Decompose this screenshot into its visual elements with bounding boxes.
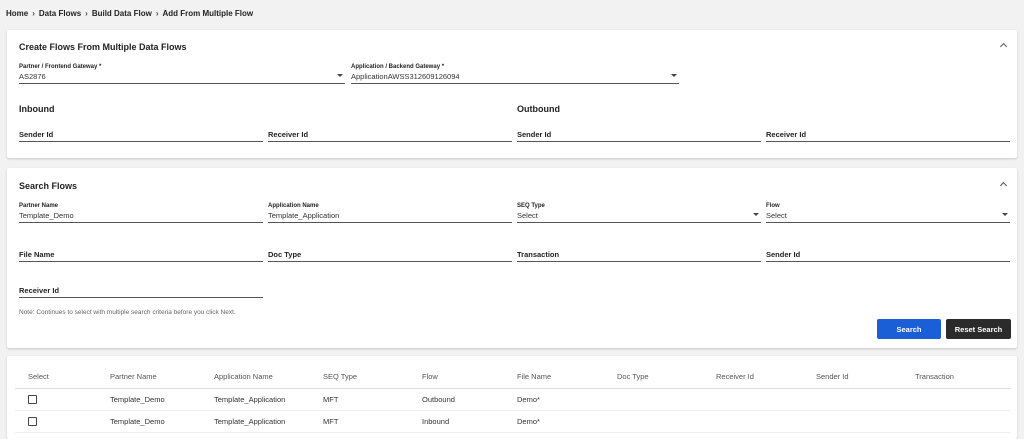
application-name-cell: Template_Application: [214, 410, 323, 433]
application-name-value: Template_Application: [268, 211, 340, 220]
file-name-label: File Name: [19, 250, 55, 259]
column-header-transaction[interactable]: Transaction: [915, 366, 1011, 389]
transaction-label: Transaction: [517, 250, 560, 259]
partner-name-field[interactable]: Partner Name Template_Demo: [19, 203, 263, 223]
table-header-row: Select Partner Name Application Name SEQ…: [15, 366, 1011, 389]
file-name-cell: Demo*: [517, 388, 617, 411]
seq-type-label: SEQ Type: [517, 203, 545, 209]
receiver-id-cell: [716, 410, 816, 433]
partner-name-cell: Template_Demo: [110, 410, 214, 433]
dropdown-arrow-icon: [337, 74, 343, 77]
create-flows-title: Create Flows From Multiple Data Flows: [19, 42, 187, 52]
flow-cell: Outbound: [422, 388, 517, 411]
column-header-file-name[interactable]: File Name: [517, 366, 617, 389]
search-note: Note: Continues to select with multiple …: [19, 309, 236, 316]
column-header-application-name[interactable]: Application Name: [214, 366, 323, 389]
column-header-receiver-id[interactable]: Receiver Id: [716, 366, 816, 389]
column-header-seq-type[interactable]: SEQ Type: [323, 366, 422, 389]
row-select-cell: [15, 410, 110, 433]
breadcrumb-current: Add From Multiple Flow: [162, 9, 254, 18]
dropdown-arrow-icon: [671, 74, 677, 77]
column-header-doc-type[interactable]: Doc Type: [617, 366, 716, 389]
column-header-flow[interactable]: Flow: [422, 366, 517, 389]
results-table: Select Partner Name Application Name SEQ…: [15, 366, 1011, 433]
breadcrumb-home[interactable]: Home: [6, 9, 28, 18]
file-name-field[interactable]: File Name: [19, 242, 263, 262]
reset-search-button[interactable]: Reset Search: [946, 319, 1011, 339]
inbound-sender-id-field[interactable]: Sender Id: [19, 122, 263, 142]
chevron-right-icon: ›: [32, 9, 35, 18]
row-select-cell: [15, 388, 110, 411]
receiver-id-cell: [716, 388, 816, 411]
outbound-sender-id-label: Sender Id: [517, 130, 552, 139]
transaction-cell: [915, 388, 1011, 411]
partner-gateway-label: Partner / Frontend Gateway *: [19, 64, 102, 70]
flow-label: Flow: [766, 203, 780, 209]
chevron-right-icon: ›: [155, 9, 159, 18]
chevron-right-icon: ›: [85, 9, 88, 18]
flow-select[interactable]: Flow Select: [766, 203, 1010, 223]
breadcrumb-build-data-flow[interactable]: Build Data Flow: [92, 9, 152, 18]
transaction-field[interactable]: Transaction: [517, 242, 761, 262]
file-name-cell: Demo*: [517, 410, 617, 433]
seq-type-cell: MFT: [323, 388, 422, 411]
sender-id-cell: [816, 388, 915, 411]
sender-id-field[interactable]: Sender Id: [766, 242, 1010, 262]
seq-type-cell: MFT: [323, 410, 422, 433]
chevron-up-icon[interactable]: [999, 40, 1009, 50]
breadcrumb-data-flows[interactable]: Data Flows: [39, 9, 81, 18]
receiver-id-field[interactable]: Receiver Id: [19, 278, 263, 298]
row-checkbox[interactable]: [28, 416, 37, 426]
partner-gateway-value: AS2876: [19, 72, 46, 81]
transaction-cell: [915, 410, 1011, 433]
partner-name-label: Partner Name: [19, 203, 59, 209]
seq-type-value: Select: [517, 211, 538, 220]
sender-id-cell: [816, 410, 915, 433]
application-name-label: Application Name: [268, 203, 319, 209]
application-gateway-value: ApplicationAWSS312609126094: [351, 72, 460, 81]
create-flows-panel: Create Flows From Multiple Data Flows Pa…: [7, 30, 1017, 158]
flow-cell: Inbound: [422, 410, 517, 433]
column-header-select: Select: [15, 366, 110, 389]
inbound-receiver-id-field[interactable]: Receiver Id: [268, 122, 512, 142]
row-checkbox[interactable]: [28, 394, 37, 404]
dropdown-arrow-icon: [753, 213, 759, 216]
doc-type-cell: [617, 410, 716, 433]
seq-type-select[interactable]: SEQ Type Select: [517, 203, 761, 223]
outbound-receiver-id-label: Receiver Id: [766, 130, 807, 139]
outbound-heading: Outbound: [517, 104, 560, 114]
search-flows-panel: Search Flows Partner Name Template_Demo …: [7, 168, 1017, 348]
doc-type-label: Doc Type: [268, 250, 302, 259]
results-panel: Select Partner Name Application Name SEQ…: [7, 356, 1017, 439]
doc-type-cell: [617, 388, 716, 411]
application-gateway-label: Application / Backend Gateway *: [351, 64, 445, 70]
application-name-field[interactable]: Application Name Template_Application: [268, 203, 512, 223]
column-header-partner-name[interactable]: Partner Name: [110, 366, 214, 389]
search-button[interactable]: Search: [877, 319, 941, 339]
flow-value: Select: [766, 211, 787, 220]
dropdown-arrow-icon: [1002, 213, 1008, 216]
receiver-id-label: Receiver Id: [19, 286, 60, 295]
column-header-sender-id[interactable]: Sender Id: [816, 366, 915, 389]
sender-id-label: Sender Id: [766, 250, 801, 259]
outbound-receiver-id-field[interactable]: Receiver Id: [766, 122, 1010, 142]
chevron-up-icon[interactable]: [999, 179, 1009, 189]
outbound-sender-id-field[interactable]: Sender Id: [517, 122, 761, 142]
application-gateway-select[interactable]: Application / Backend Gateway * Applicat…: [351, 64, 679, 84]
application-name-cell: Template_Application: [214, 388, 323, 411]
table-row[interactable]: Template_Demo Template_Application MFT I…: [15, 410, 1011, 433]
search-flows-title: Search Flows: [19, 181, 78, 191]
inbound-heading: Inbound: [19, 104, 55, 114]
inbound-sender-id-label: Sender Id: [19, 130, 54, 139]
partner-name-value: Template_Demo: [19, 211, 74, 220]
inbound-receiver-id-label: Receiver Id: [268, 130, 309, 139]
partner-name-cell: Template_Demo: [110, 388, 214, 411]
partner-gateway-select[interactable]: Partner / Frontend Gateway * AS2876: [19, 64, 345, 84]
table-row[interactable]: Template_Demo Template_Application MFT O…: [15, 388, 1011, 411]
breadcrumb: Home › Data Flows › Build Data Flow › Ad…: [6, 9, 253, 18]
doc-type-field[interactable]: Doc Type: [268, 242, 512, 262]
